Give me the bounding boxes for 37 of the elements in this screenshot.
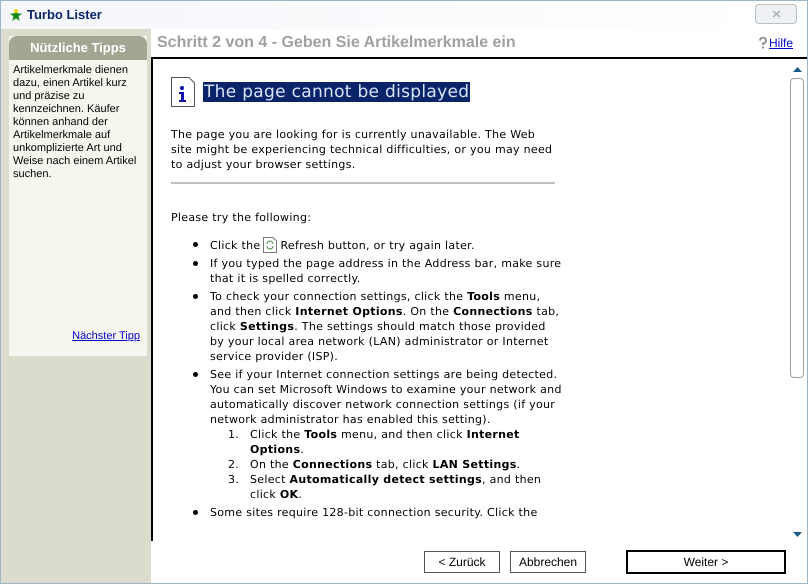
wizard-button[interactable]: Weiter > — [626, 550, 786, 574]
refresh-icon — [263, 237, 278, 253]
step-text: On the Connections tab, click LAN Settings. — [250, 457, 522, 472]
try-label: Please try the following: — [171, 210, 312, 225]
step-text: Select Automatically detect settings, and then click OK. — [250, 472, 542, 502]
intro-text: The page you are looking for is currently unavailable. The Web site might be experiencing technical difficulties, or you may need to adjust your browser settings. — [171, 127, 554, 172]
help-icon — [758, 37, 767, 49]
tips-title: Nützliche Tipps — [9, 36, 147, 60]
help-link[interactable]: Hilfe — [768, 34, 793, 52]
bullet-icon — [193, 242, 198, 247]
bullet-icon — [193, 261, 198, 266]
step-number: 3. — [228, 472, 240, 488]
scrollbar-thumb[interactable] — [790, 78, 804, 378]
list-text: Some sites require 128-bit connection security. Click the — [210, 505, 539, 520]
close-icon — [772, 10, 780, 18]
list-text: See if your Internet connection settings are being detected. You can set Microsoft Windows to examine your network and automatically discover network connection settings (if your network administrator has enabled this setting). — [210, 367, 563, 427]
step-text: Click the Tools menu, and then click Internet Options. — [250, 427, 521, 457]
list-text: To check your connection settings, click the Tools menu, and then click Internet Options. On the Connections tab, click Settings. The settings should match those provided by your local area network (LAN) administrator or Internet service provider (ISP). — [210, 289, 560, 364]
scroll-down-icon[interactable] — [792, 532, 802, 537]
bullet-icon — [193, 510, 198, 515]
list-text: Click the — [210, 238, 260, 252]
scroll-up-icon[interactable] — [792, 67, 802, 72]
page-heading: The page cannot be displayed — [203, 82, 470, 102]
tip-text: Artikelmerkmale dienen dazu, einen Artikel kurz und präzise zu kennzeichnen. Käufer können anhand der Artikelmerkmale auf unkomplizierte Art und Weise nach einem Artikel suchen. — [12, 63, 138, 181]
step-title: Schritt 2 von 4 - Geben Sie Artikelmerkmale ein — [157, 33, 516, 53]
wizard-button[interactable]: < Zurück — [424, 551, 500, 573]
wizard-button[interactable]: Abbrechen — [510, 551, 586, 573]
step-number: 1. — [228, 427, 240, 443]
star-icon — [9, 8, 23, 22]
info-icon — [171, 77, 195, 107]
bullet-icon — [193, 294, 198, 299]
next-tip-link[interactable]: Nächster Tipp — [72, 328, 140, 344]
list-text: Refresh button, or try again later. — [280, 238, 475, 252]
step-number: 2. — [228, 457, 240, 472]
window-title: Turbo Lister — [27, 6, 102, 24]
bullet-icon — [193, 372, 198, 377]
list-text: If you typed the page address in the Address bar, make sure that it is spelled correctly. — [210, 256, 562, 286]
